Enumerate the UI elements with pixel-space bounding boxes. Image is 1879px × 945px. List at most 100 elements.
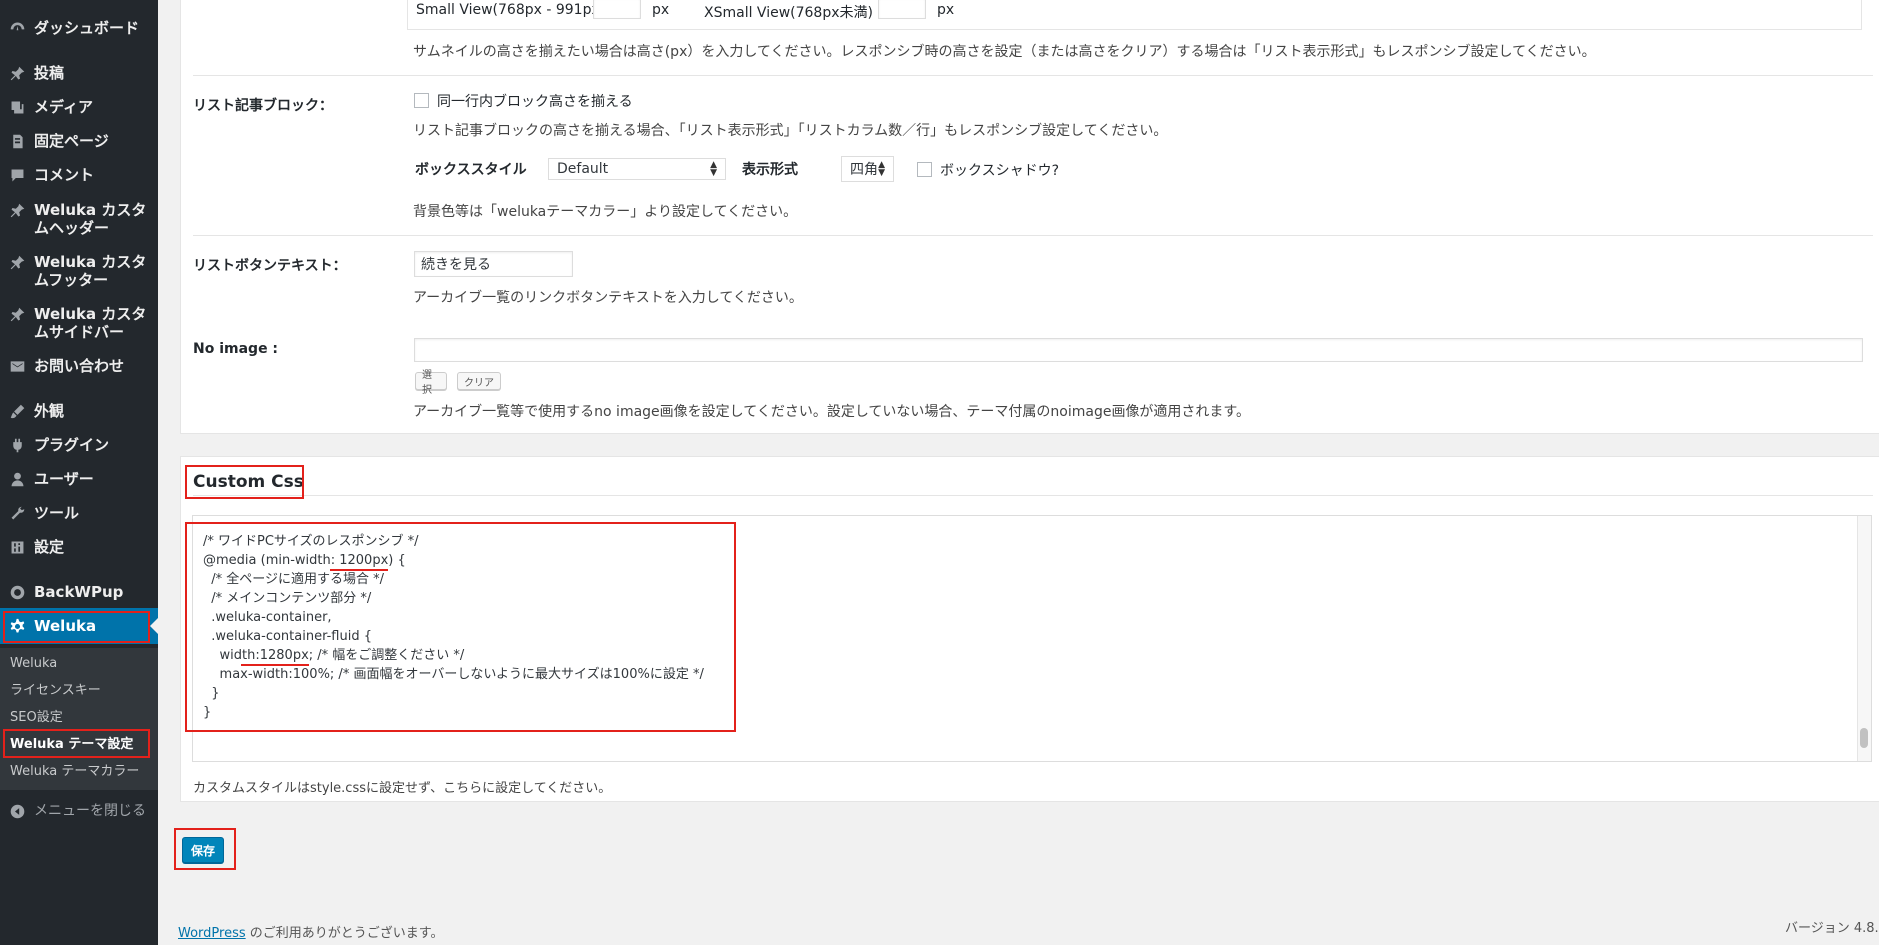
sidebar-item-label: お問い合わせ — [34, 357, 125, 375]
list-button-text-description: アーカイブ一覧のリンクボタンテキストを入力してください。 — [413, 290, 803, 306]
no-image-url-input[interactable] — [414, 338, 1863, 362]
sidebar-item-label: Weluka カスタムフッター — [34, 253, 147, 289]
pin-icon — [0, 253, 34, 271]
submenu-item-seo-settings[interactable]: SEO設定 — [10, 710, 63, 726]
custom-css-note: カスタムスタイルはstyle.cssに設定せず、こちらに設定してください。 — [193, 781, 612, 796]
footer-version: バージョン 4.8.2 — [1785, 921, 1879, 936]
sidebar-item-custom-footer[interactable]: Weluka カスタムフッター — [0, 253, 158, 289]
box-shadow-checkbox[interactable] — [917, 162, 932, 177]
sidebar-item-label: メディア — [34, 98, 93, 116]
same-height-checkbox[interactable] — [414, 93, 429, 108]
box-style-label: ボックススタイル — [415, 162, 527, 178]
select-arrows-icon: ▲ ▼ — [710, 160, 717, 178]
pin-icon — [0, 64, 34, 82]
annotation-box-weluka — [3, 611, 150, 643]
footer-thanks: WordPress のご利用ありがとうございます。 — [178, 922, 443, 941]
no-image-select-button[interactable]: 選択 — [415, 370, 447, 396]
list-block-label: リスト記事ブロック： — [193, 98, 333, 114]
sidebar-item-comments[interactable]: コメント — [0, 166, 158, 184]
unit-label: px — [937, 2, 955, 18]
footer-thanks-text: のご利用ありがとうございます。 — [245, 926, 444, 941]
sidebar-item-label: ダッシュボード — [34, 19, 140, 37]
sidebar-item-label: 投稿 — [34, 64, 65, 82]
xsmall-view-input[interactable] — [878, 0, 926, 19]
small-view-label: Small View(768px - 991px) — [416, 2, 606, 18]
collapse-label: メニューを閉じる — [34, 803, 146, 819]
scrollbar-thumb[interactable] — [1860, 728, 1868, 748]
annotation-box-custom-css-title — [185, 465, 304, 499]
media-icon — [0, 98, 34, 116]
sidebar-item-settings[interactable]: 設定 — [0, 538, 158, 556]
thumbnail-description: サムネイルの高さを揃えたい場合は高さ(px）を入力してください。レスポンシブ時の… — [413, 44, 1596, 60]
custom-css-panel: Custom Css /* ワイドPCサイズのレスポンシブ */ @media … — [180, 456, 1879, 802]
divider — [193, 75, 1873, 76]
divider — [193, 495, 1873, 496]
submenu-item-license-key[interactable]: ライセンスキー — [10, 683, 101, 699]
list-button-text-label: リストボタンテキスト： — [193, 258, 347, 274]
sidebar-item-custom-header[interactable]: Weluka カスタムヘッダー — [0, 201, 158, 237]
sidebar-item-contact[interactable]: お問い合わせ — [0, 357, 158, 375]
collapse-menu-button[interactable]: メニューを閉じる — [0, 802, 158, 820]
annotation-box-save — [174, 828, 236, 870]
sidebar-item-custom-sidebar[interactable]: Weluka カスタムサイドバー — [0, 305, 158, 341]
sidebar-item-label: コメント — [34, 166, 95, 184]
sidebar-item-label: BackWPup — [34, 583, 124, 601]
page-icon — [0, 132, 34, 150]
display-format-value: 四角 — [850, 162, 878, 178]
settings-icon — [0, 538, 34, 556]
same-height-checkbox-label: 同一行内ブロック高さを揃える — [437, 94, 633, 110]
submenu-item-theme-color[interactable]: Weluka テーマカラー — [10, 764, 139, 780]
pin-icon — [0, 201, 34, 219]
appearance-icon — [0, 402, 34, 420]
sidebar-item-media[interactable]: メディア — [0, 98, 158, 116]
annotation-box-code — [185, 522, 736, 732]
annotation-box-theme-settings — [3, 729, 150, 758]
no-image-clear-button[interactable]: クリア — [457, 372, 501, 390]
divider — [193, 235, 1873, 236]
sidebar-item-dashboard[interactable]: ダッシュボード — [0, 19, 158, 37]
sidebar-item-label: 固定ページ — [34, 132, 109, 150]
sidebar-item-label: 外観 — [34, 402, 65, 420]
user-icon — [0, 470, 34, 488]
sidebar-item-backwpup[interactable]: BackWPup — [0, 583, 158, 601]
sidebar-item-plugins[interactable]: プラグイン — [0, 436, 158, 454]
sidebar-item-label: Weluka カスタムヘッダー — [34, 201, 147, 237]
box-style-select[interactable]: Default ▲ ▼ — [548, 158, 726, 180]
dashboard-icon — [0, 19, 34, 37]
sidebar-item-label: ユーザー — [34, 470, 94, 488]
sidebar-item-posts[interactable]: 投稿 — [0, 64, 158, 82]
sidebar-item-appearance[interactable]: 外観 — [0, 402, 158, 420]
textarea-scrollbar[interactable] — [1857, 516, 1871, 761]
sidebar-item-tools[interactable]: ツール — [0, 504, 158, 522]
box-style-value: Default — [557, 161, 609, 177]
sidebar-item-label: Weluka カスタムサイドバー — [34, 305, 147, 341]
comment-icon — [0, 166, 34, 184]
pin-icon — [0, 305, 34, 323]
settings-panel: Small View(768px - 991px) px XSmall View… — [180, 0, 1879, 434]
list-block-description: リスト記事ブロックの高さを揃える場合、「リスト表示形式」「リストカラム数／行」も… — [413, 123, 1168, 139]
select-arrows-icon: ▲ ▼ — [878, 160, 885, 178]
wordpress-link[interactable]: WordPress — [178, 926, 246, 941]
weluka-submenu: Weluka ライセンスキー SEO設定 Weluka テーマ設定 Weluka… — [0, 648, 158, 790]
sidebar-item-users[interactable]: ユーザー — [0, 470, 158, 488]
sidebar-item-pages[interactable]: 固定ページ — [0, 132, 158, 150]
backwpup-icon — [0, 583, 34, 601]
sidebar-item-label: 設定 — [34, 538, 65, 556]
mail-icon — [0, 357, 34, 375]
wrench-icon — [0, 504, 34, 522]
main-content: Small View(768px - 991px) px XSmall View… — [158, 0, 1879, 945]
plugin-icon — [0, 436, 34, 454]
no-image-label: No image : — [193, 341, 279, 357]
small-view-input[interactable] — [593, 0, 641, 19]
xsmall-view-label: XSmall View(768px未満) — [704, 5, 873, 21]
no-image-description: アーカイブ一覧等で使用するno image画像を設定してください。設定していない… — [413, 404, 1251, 420]
background-note: 背景色等は「welukaテーマカラー」より設定してください。 — [413, 204, 798, 220]
sidebar-item-label: プラグイン — [34, 436, 110, 454]
list-button-text-input[interactable]: 続きを見る — [414, 251, 573, 277]
submenu-item-weluka[interactable]: Weluka — [10, 656, 57, 672]
box-shadow-label: ボックスシャドウ? — [940, 163, 1060, 179]
display-format-label: 表示形式 — [742, 162, 798, 178]
sidebar-item-label: ツール — [34, 504, 80, 522]
display-format-select[interactable]: 四角 ▲ ▼ — [841, 156, 894, 182]
collapse-icon — [0, 802, 34, 820]
